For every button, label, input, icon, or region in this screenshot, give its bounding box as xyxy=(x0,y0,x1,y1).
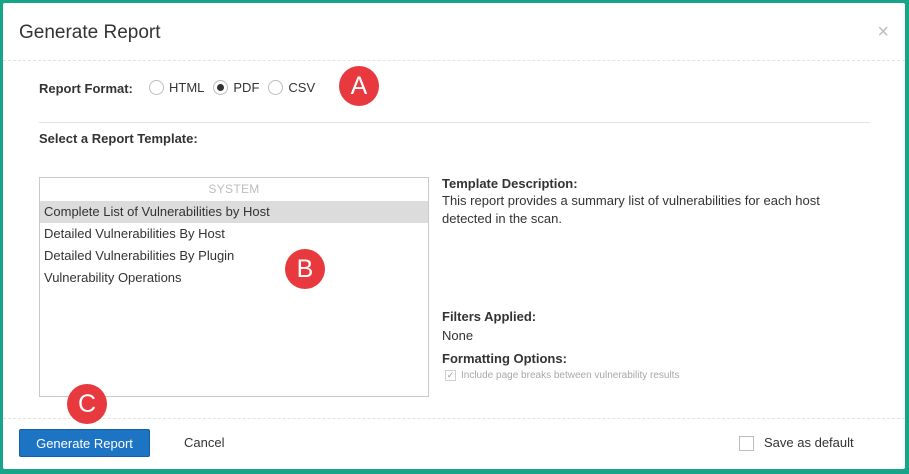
dialog-footer: Generate Report Cancel Save as default xyxy=(3,418,905,469)
filters-applied-value: None xyxy=(442,328,474,343)
template-description-text: This report provides a summary list of v… xyxy=(442,193,820,226)
template-item-detailed-by-host[interactable]: Detailed Vulnerabilities By Host xyxy=(40,223,428,245)
callout-marker-c: C xyxy=(67,384,107,424)
close-icon[interactable]: × xyxy=(877,21,889,44)
template-group-header: SYSTEM xyxy=(208,182,260,196)
format-option-csv[interactable]: CSV xyxy=(268,80,315,95)
format-option-pdf[interactable]: PDF xyxy=(213,80,259,95)
section-divider xyxy=(39,122,870,123)
template-item-detailed-by-plugin[interactable]: Detailed Vulnerabilities By Plugin xyxy=(40,245,428,267)
generate-report-button[interactable]: Generate Report xyxy=(19,429,150,457)
radio-html[interactable] xyxy=(149,80,164,95)
dialog-header: Generate Report × xyxy=(3,3,905,61)
template-item-vulnerability-operations[interactable]: Vulnerability Operations xyxy=(40,267,428,289)
cancel-button[interactable]: Cancel xyxy=(168,429,240,457)
callout-marker-b: B xyxy=(285,249,325,289)
format-option-csv-label: CSV xyxy=(288,80,316,95)
format-option-html[interactable]: HTML xyxy=(149,80,204,95)
template-list[interactable]: SYSTEM Complete List of Vulnerabilities … xyxy=(39,177,429,397)
callout-marker-a: A xyxy=(339,66,379,106)
report-format-label: Report Format: xyxy=(39,81,133,96)
save-as-default-label: Save as default xyxy=(764,435,854,450)
template-item-complete-list[interactable]: Complete List of Vulnerabilities by Host xyxy=(40,201,428,223)
format-option-html-label: HTML xyxy=(169,80,205,95)
formatting-options-label: Formatting Options: xyxy=(442,351,567,366)
radio-pdf[interactable] xyxy=(213,80,229,95)
page-breaks-checkbox: ✓ xyxy=(445,370,456,381)
page-breaks-option: ✓ Include page breaks between vulnerabil… xyxy=(445,370,679,381)
template-description-label: Template Description: xyxy=(442,176,578,191)
radio-csv[interactable] xyxy=(268,80,284,95)
generate-report-dialog: Generate Report × Report Format: HTML PD… xyxy=(3,3,905,469)
report-format-radio-group: HTML PDF CSV xyxy=(149,80,324,95)
page-breaks-label: Include page breaks between vulnerabilit… xyxy=(461,370,680,381)
save-as-default-checkbox[interactable] xyxy=(739,436,754,451)
filters-applied-label: Filters Applied: xyxy=(442,309,537,324)
format-option-pdf-label: PDF xyxy=(233,80,260,95)
template-section-label: Select a Report Template: xyxy=(39,131,198,146)
dialog-title: Generate Report xyxy=(19,22,161,43)
